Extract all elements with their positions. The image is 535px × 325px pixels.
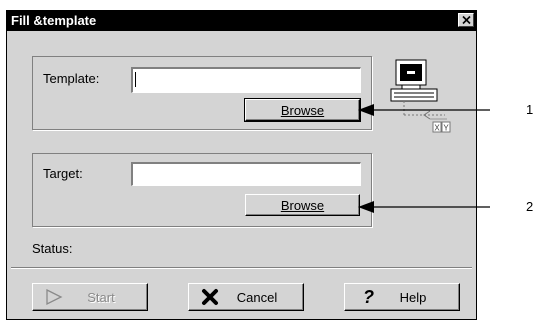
callout-arrowhead-1 <box>358 104 374 116</box>
callout-number-2: 2 <box>526 199 534 214</box>
callout-arrows <box>358 104 490 213</box>
callout-number-1: 1 <box>526 102 534 117</box>
callout-arrowhead-2 <box>358 201 374 213</box>
